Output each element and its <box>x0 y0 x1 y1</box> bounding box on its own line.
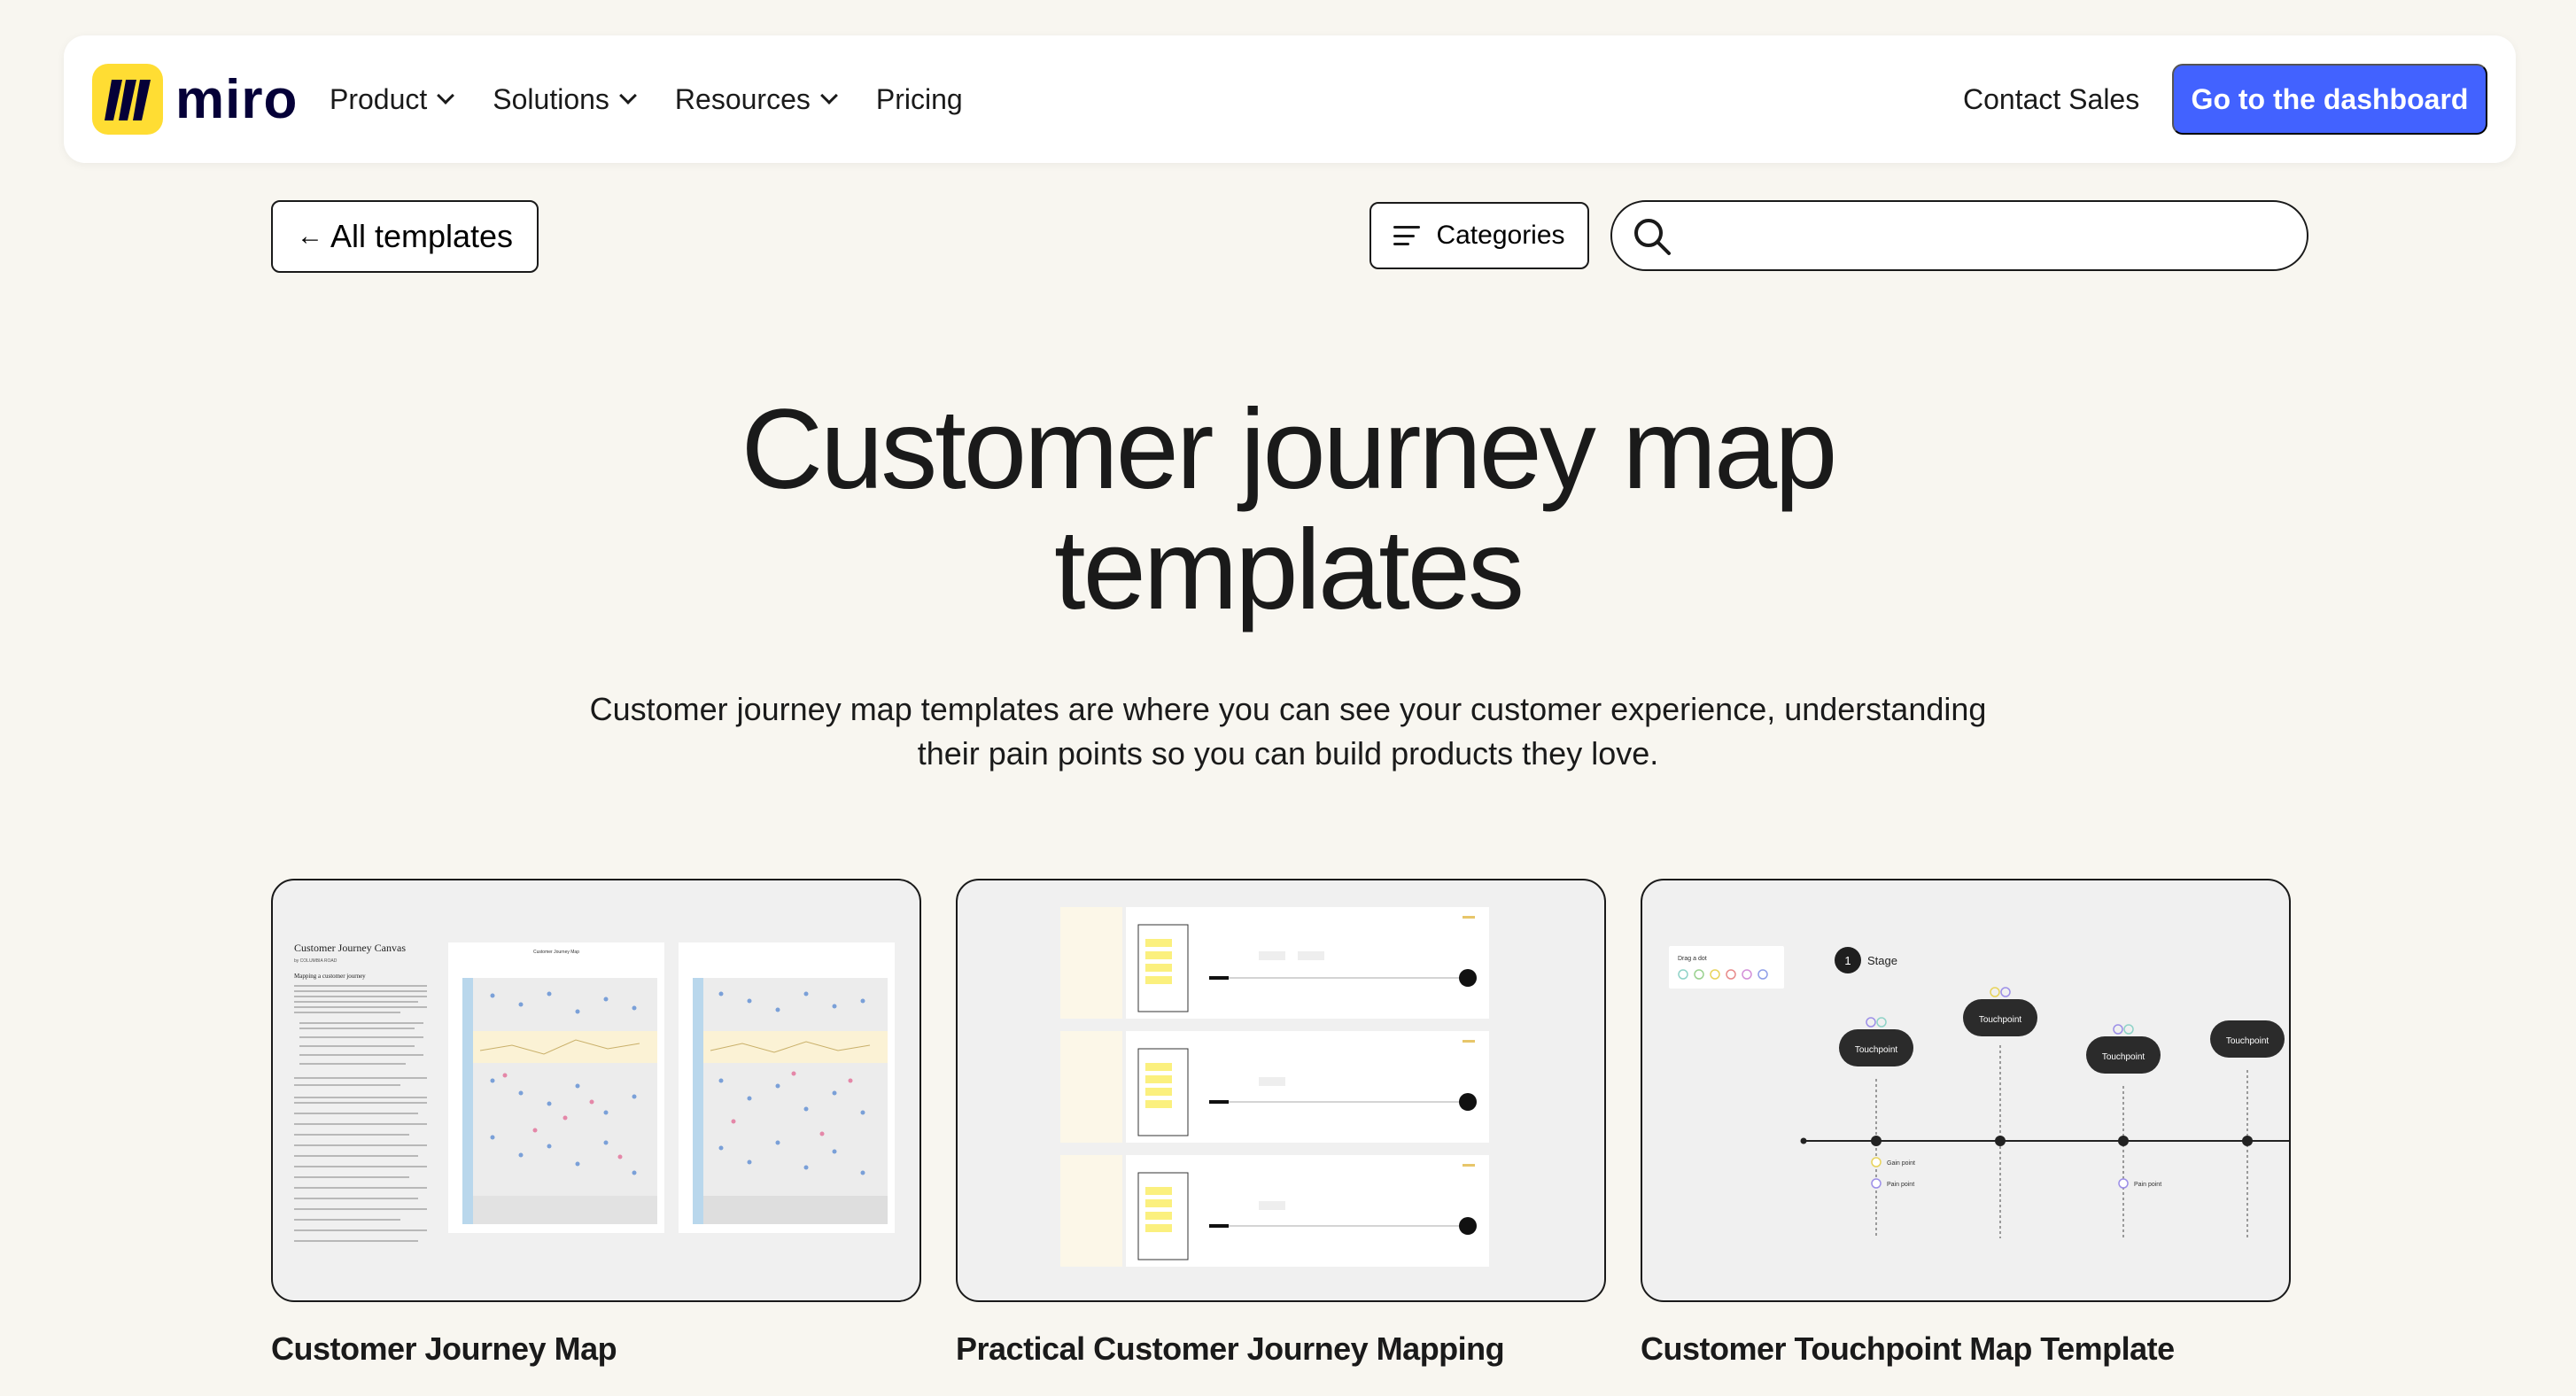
search-box <box>1610 200 2308 271</box>
template-preview-image: Drag a dot 1 Stage Touchpoint Touchpoint… <box>1669 946 2289 1238</box>
nav-resources[interactable]: Resources <box>674 82 838 116</box>
nav-product-label: Product <box>330 82 428 115</box>
svg-text:Touchpoint: Touchpoint <box>2226 1036 2270 1046</box>
template-card-customer-touchpoint-map[interactable]: Drag a dot 1 Stage Touchpoint Touchpoint… <box>1641 879 2291 1302</box>
nav-pricing-label: Pricing <box>875 82 963 115</box>
page-title-line-2: templates <box>1054 507 1525 633</box>
nav-pricing[interactable]: Pricing <box>876 83 963 116</box>
all-templates-label: All templates <box>330 218 514 254</box>
svg-text:Customer Journey Map: Customer Journey Map <box>533 950 579 955</box>
page-description-line-2: their pain points so you can build produ… <box>917 735 1659 772</box>
arrow-left-icon: ← <box>296 221 323 251</box>
template-card-customer-journey-map[interactable]: Customer Journey Canvas by COLUMBIA ROAD… <box>271 879 921 1302</box>
contact-sales-link[interactable]: Contact Sales <box>1963 35 2139 163</box>
svg-text:Pain point: Pain point <box>2134 1182 2161 1188</box>
categories-label: Categories <box>1436 221 1565 250</box>
categories-button[interactable]: Categories <box>1369 202 1589 269</box>
template-preview-image: Customer Journey Canvas by COLUMBIA ROAD… <box>294 942 895 1242</box>
go-to-dashboard-button[interactable]: Go to the dashboard <box>2172 64 2487 135</box>
nav-solutions[interactable]: Solutions <box>493 82 637 116</box>
svg-text:Customer Journey Canvas: Customer Journey Canvas <box>294 942 406 954</box>
page-description: Customer journey map templates are where… <box>567 687 2009 776</box>
svg-text:Drag a dot: Drag a dot <box>1678 956 1707 962</box>
search-input[interactable] <box>1692 211 2285 262</box>
template-title-customer-touchpoint-map[interactable]: Customer Touchpoint Map Template <box>1641 1330 2175 1368</box>
template-preview-image <box>1060 907 1489 1267</box>
svg-text:Pain point: Pain point <box>1887 1182 1914 1188</box>
filter-lines-icon <box>1393 226 1421 245</box>
nav-resources-label: Resources <box>674 82 811 115</box>
search-icon <box>1634 219 1671 255</box>
all-templates-button[interactable]: ← All templates <box>271 200 539 273</box>
svg-text:by COLUMBIA ROAD: by COLUMBIA ROAD <box>294 958 338 964</box>
svg-text:Stage: Stage <box>1867 954 1897 967</box>
template-card-practical-customer-journey-mapping[interactable] <box>956 879 1606 1302</box>
main-menu: Product Solutions Resources Pricing <box>330 35 963 163</box>
template-title-customer-journey-map[interactable]: Customer Journey Map <box>271 1330 617 1368</box>
chevron-down-icon <box>819 87 838 105</box>
top-navigation: miro Product Solutions Resources Pricing… <box>64 35 2516 163</box>
nav-solutions-label: Solutions <box>493 82 609 115</box>
miro-wordmark: miro <box>175 68 299 130</box>
miro-logo-icon <box>92 64 163 135</box>
chevron-down-icon <box>619 87 637 105</box>
svg-text:Touchpoint: Touchpoint <box>1855 1045 1898 1055</box>
svg-text:Mapping a customer journey: Mapping a customer journey <box>294 973 366 980</box>
chevron-down-icon <box>437 87 455 105</box>
svg-text:Gain point: Gain point <box>1887 1160 1915 1167</box>
nav-product[interactable]: Product <box>330 82 455 116</box>
svg-text:Touchpoint: Touchpoint <box>1979 1015 2022 1025</box>
page-title: Customer journey map templates <box>0 390 2576 631</box>
svg-text:Touchpoint: Touchpoint <box>2102 1052 2145 1062</box>
page-title-line-1: Customer journey map <box>741 386 1838 513</box>
svg-text:1: 1 <box>1844 954 1851 967</box>
page-description-line-1: Customer journey map templates are where… <box>589 691 1987 727</box>
miro-logo[interactable]: miro <box>92 64 298 135</box>
template-title-practical-customer-journey-mapping[interactable]: Practical Customer Journey Mapping <box>956 1330 1505 1368</box>
